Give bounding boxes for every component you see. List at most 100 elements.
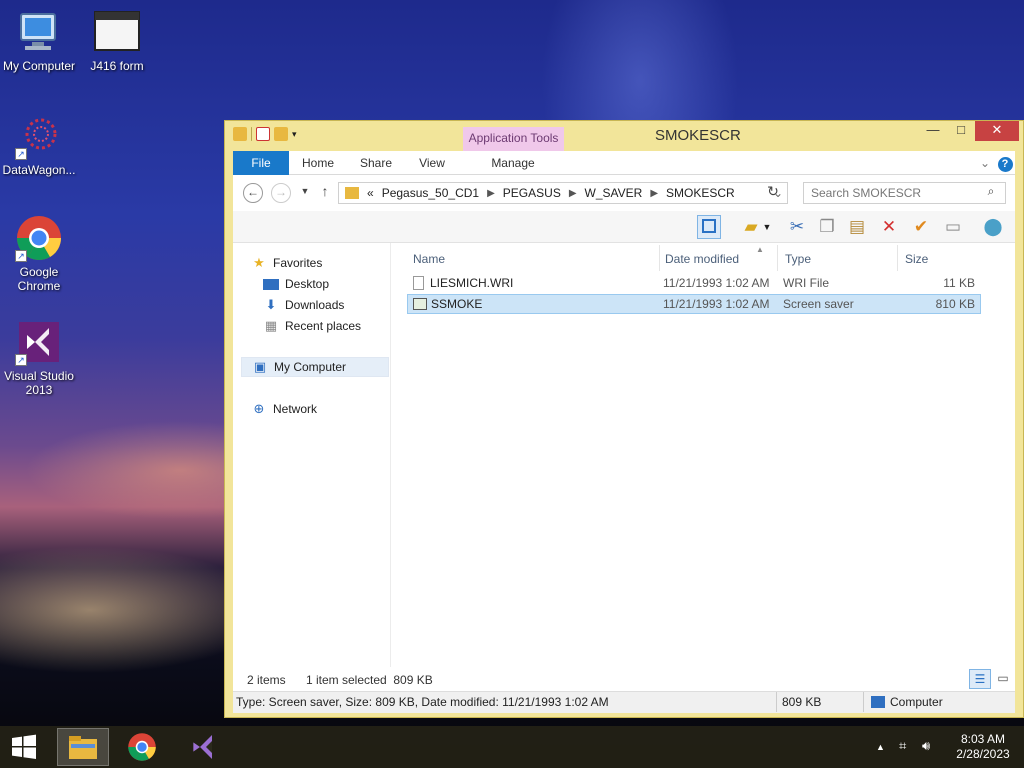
folder-options-icon[interactable]: ▰ — [739, 215, 763, 239]
breadcrumb-item[interactable]: SMOKESCR — [666, 186, 735, 200]
file-explorer-icon — [69, 736, 97, 759]
tab-home[interactable]: Home — [295, 151, 341, 175]
close-button[interactable]: ✕ — [975, 121, 1019, 141]
recent-locations-icon[interactable]: ▼ — [295, 183, 315, 203]
volume-icon[interactable]: 🔊︎ — [922, 738, 930, 754]
paste-icon[interactable]: ▤ — [845, 215, 869, 239]
breadcrumb-overflow[interactable]: « — [367, 186, 374, 200]
taskbar-visual-studio[interactable] — [180, 728, 228, 766]
table-row[interactable]: SSMOKE 11/21/1993 1:02 AM Screen saver 8… — [407, 294, 981, 314]
tab-view[interactable]: View — [409, 151, 455, 175]
copy-icon[interactable]: ❐ — [815, 215, 839, 239]
preview-pane-icon[interactable] — [697, 215, 721, 239]
desktop-icon-datawagon[interactable]: ↗ DataWagon... — [0, 112, 80, 177]
taskbar-file-explorer[interactable] — [57, 728, 109, 766]
desktop-icon-label: Google Chrome — [17, 265, 61, 293]
nav-label: Network — [273, 402, 318, 416]
large-icons-view-button[interactable]: ▭ — [993, 669, 1013, 689]
nav-label: Downloads — [285, 298, 345, 312]
new-folder-icon[interactable] — [274, 127, 288, 141]
file-list[interactable]: Name ▲ Date modified Type Size LIESMICH.… — [399, 243, 1015, 667]
up-button[interactable]: ↑ — [315, 183, 335, 203]
nav-label: Desktop — [285, 277, 330, 291]
refresh-button[interactable]: ↻ — [763, 183, 783, 203]
expand-ribbon-icon[interactable]: ⌄ — [977, 151, 993, 175]
desktop-icon-label: DataWagon... — [2, 163, 76, 177]
search-input[interactable]: Search SMOKESCR — [803, 182, 1006, 204]
breadcrumb-item[interactable]: PEGASUS — [503, 186, 561, 200]
nav-label: My Computer — [274, 360, 347, 374]
qat-dropdown-icon[interactable]: ▾ — [292, 127, 306, 141]
selection-info: 1 item selected 809 KB — [306, 673, 433, 687]
computer-icon — [871, 696, 885, 708]
minimize-button[interactable]: — — [919, 121, 947, 141]
properties-icon[interactable] — [256, 127, 270, 141]
system-clock[interactable]: 8:03 AM 2/28/2023 — [950, 732, 1016, 762]
rename-icon[interactable]: ▭ — [941, 215, 965, 239]
title-bar[interactable]: ▾ Application Tools SMOKESCR — □ ✕ — [225, 121, 1023, 151]
details-summary: Type: Screen saver, Size: 809 KB, Date m… — [236, 695, 609, 709]
explorer-window[interactable]: ▾ Application Tools SMOKESCR — □ ✕ File … — [224, 120, 1024, 718]
network-tray-icon[interactable]: ⌗ — [899, 738, 906, 754]
column-header-date[interactable]: Date modified — [661, 247, 777, 271]
chrome-icon — [128, 733, 156, 761]
help-icon[interactable]: ? — [997, 151, 1013, 175]
clock-date: 2/28/2023 — [956, 747, 1010, 761]
show-hidden-icons[interactable]: ▲ — [876, 742, 885, 752]
star-icon: ★ — [253, 255, 265, 270]
shell-icon[interactable]: ⬤ — [981, 215, 1005, 239]
desktop-icon-label: J416 form — [90, 59, 144, 73]
desktop-icon-my-computer[interactable]: My Computer — [0, 8, 80, 73]
breadcrumb-item[interactable]: Pegasus_50_CD1 — [382, 186, 479, 200]
details-view-button[interactable]: ☰ — [969, 669, 991, 689]
visual-studio-icon: ↗ — [15, 318, 63, 366]
breadcrumb[interactable]: « Pegasus_50_CD1 ▶ PEGASUS ▶ W_SAVER ▶ S… — [338, 182, 788, 204]
column-header-size[interactable]: Size — [901, 247, 977, 271]
desktop-icon-google-chrome[interactable]: ↗ Google Chrome — [0, 214, 80, 293]
start-button[interactable] — [0, 728, 48, 766]
nav-downloads[interactable]: ⬇ Downloads — [263, 295, 345, 315]
nav-desktop[interactable]: Desktop — [263, 274, 329, 294]
forward-button[interactable]: → — [271, 183, 291, 203]
details-size: 809 KB — [782, 695, 822, 709]
chevron-right-icon[interactable]: ▶ — [569, 188, 577, 199]
tab-manage[interactable]: Manage — [473, 151, 553, 175]
status-bar: 2 items 1 item selected 809 KB ☰ ▭ — [233, 667, 1015, 691]
nav-favorites[interactable]: ★ Favorites — [251, 253, 322, 273]
desktop-icon-j416-form[interactable]: J416 form — [76, 8, 158, 73]
folder-icon — [345, 187, 359, 199]
back-button[interactable]: ← — [243, 183, 263, 203]
network-icon: ⊕ — [253, 401, 265, 416]
file-date: 11/21/1993 1:02 AM — [663, 297, 770, 311]
desktop-icon-visual-studio[interactable]: ↗ Visual Studio 2013 — [0, 318, 80, 397]
file-name: LIESMICH.WRI — [430, 276, 514, 290]
tab-share[interactable]: Share — [353, 151, 399, 175]
nav-label: Favorites — [273, 256, 323, 270]
breadcrumb-item[interactable]: W_SAVER — [585, 186, 643, 200]
maximize-button[interactable]: □ — [947, 121, 975, 141]
chevron-right-icon[interactable]: ▶ — [487, 188, 495, 199]
cut-icon[interactable]: ✂ — [785, 215, 809, 239]
nav-my-computer[interactable]: ▣ My Computer — [241, 357, 389, 377]
computer-icon — [15, 8, 63, 56]
column-header-type[interactable]: Type — [781, 247, 897, 271]
column-header-name[interactable]: Name — [409, 247, 659, 271]
taskbar-chrome[interactable] — [118, 728, 166, 766]
tab-file[interactable]: File — [233, 151, 289, 175]
check-icon[interactable]: ✔ — [909, 215, 933, 239]
file-name: SSMOKE — [431, 297, 483, 311]
nav-recent-places[interactable]: ▦ Recent places — [263, 316, 361, 336]
dropdown-icon[interactable]: ▼ — [761, 215, 773, 239]
explorer-body: ★ Favorites Desktop ⬇ Downloads ▦ Recent… — [233, 243, 1015, 667]
details-location: Computer — [890, 695, 943, 709]
chevron-right-icon[interactable]: ▶ — [650, 188, 658, 199]
nav-network[interactable]: ⊕ Network — [251, 399, 317, 419]
folder-icon[interactable] — [233, 127, 247, 141]
delete-icon[interactable]: ✕ — [877, 215, 901, 239]
datawagon-icon: ↗ — [15, 112, 63, 160]
command-toolbar: ▰ ▼ ✂ ❐ ▤ ✕ ✔ ▭ ⬤ — [233, 211, 1015, 243]
navigation-pane[interactable]: ★ Favorites Desktop ⬇ Downloads ▦ Recent… — [233, 243, 391, 667]
windows-logo-icon — [12, 734, 36, 759]
search-icon[interactable]: ⌕ — [981, 183, 1001, 203]
table-row[interactable]: LIESMICH.WRI 11/21/1993 1:02 AM WRI File… — [407, 273, 981, 293]
